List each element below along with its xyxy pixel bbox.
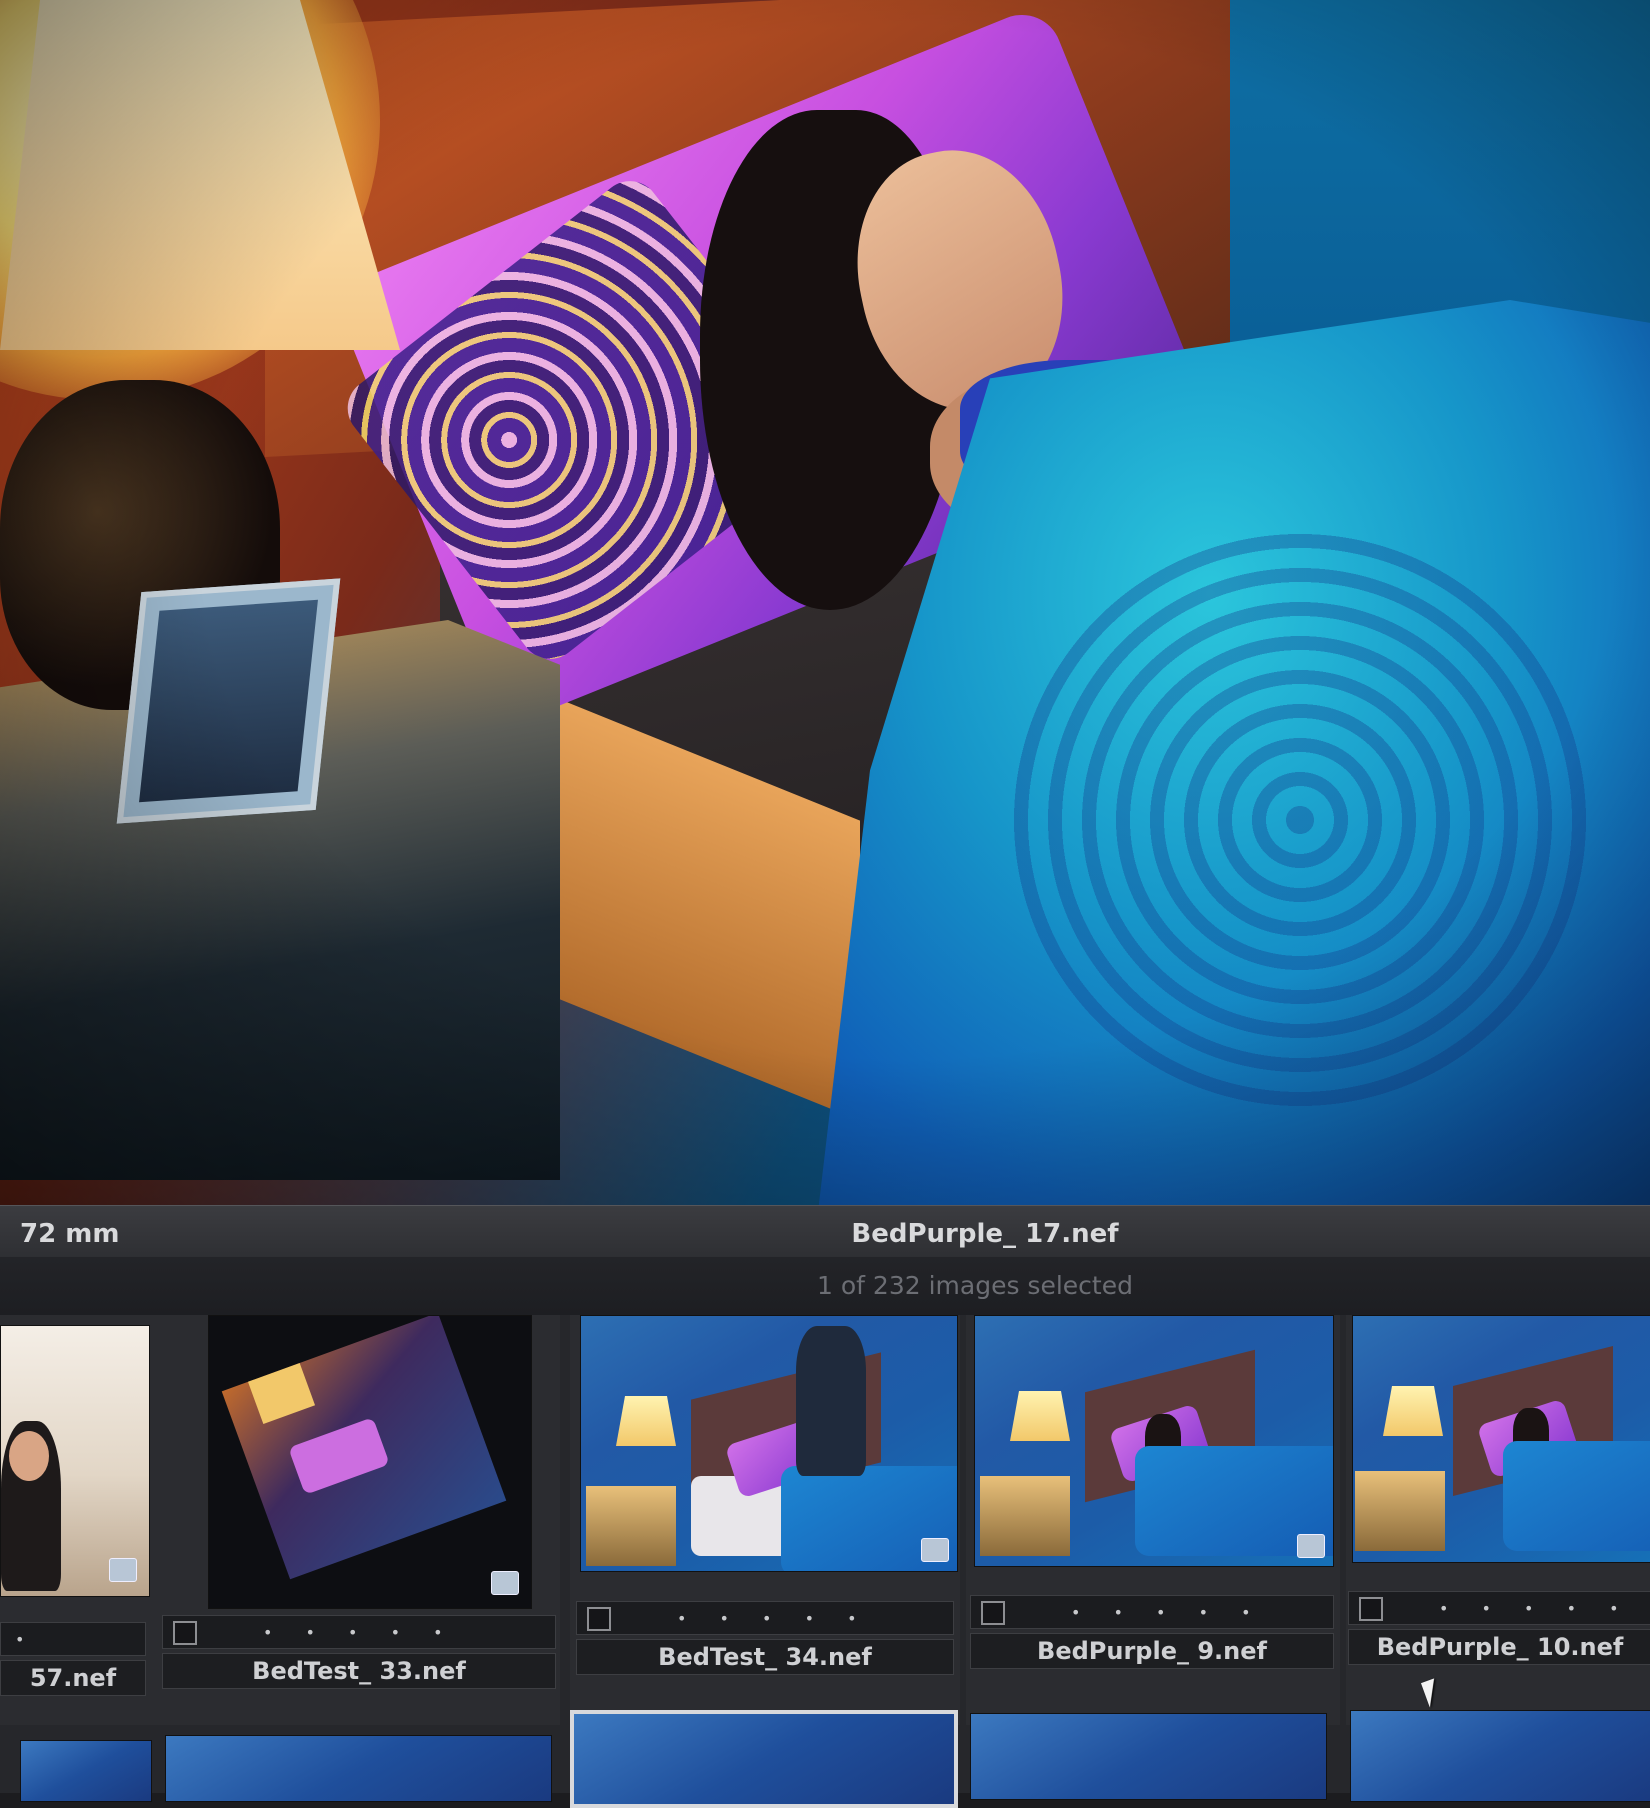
rating-dots[interactable]: • • • • • bbox=[677, 1609, 871, 1628]
metadata-badge-icon bbox=[109, 1558, 137, 1582]
filmstrip[interactable]: • 57.nef • • • • • BedTest_ 33.nef • • •… bbox=[0, 1315, 1650, 1808]
thumbnail-filename: BedPurple_ 9.nef bbox=[970, 1633, 1334, 1669]
thumbnail-meta-bar: • • • • • bbox=[576, 1601, 954, 1635]
thumbnail-cell[interactable]: • • • • • BedPurple_ 10.nef bbox=[1346, 1315, 1650, 1725]
thumbnail-meta-bar: • bbox=[0, 1622, 146, 1656]
thumbnail-image[interactable] bbox=[974, 1315, 1334, 1567]
rating-dots[interactable]: • • • • • bbox=[263, 1623, 457, 1642]
thumbnail-meta-bar: • • • • • bbox=[1348, 1591, 1650, 1625]
thumbnail-cell[interactable]: • • • • • BedTest_ 33.nef bbox=[160, 1315, 560, 1725]
current-filename: BedPurple_ 17.nef bbox=[851, 1219, 1119, 1249]
image-info-bar: 72 mm BedPurple_ 17.nef bbox=[0, 1205, 1650, 1258]
thumbnail-image[interactable] bbox=[1352, 1315, 1650, 1563]
rating-dots[interactable]: • • • • • bbox=[1439, 1599, 1633, 1618]
thumbnail-image[interactable] bbox=[970, 1713, 1327, 1800]
main-image-preview[interactable] bbox=[0, 0, 1650, 1205]
selected-thumbnail[interactable] bbox=[570, 1710, 958, 1808]
metadata-badge-icon bbox=[491, 1571, 519, 1595]
thumbnail-image[interactable] bbox=[1350, 1710, 1650, 1802]
select-checkbox[interactable] bbox=[173, 1621, 197, 1645]
select-checkbox[interactable] bbox=[981, 1601, 1005, 1625]
select-checkbox[interactable] bbox=[587, 1607, 611, 1631]
thumbnail-image[interactable] bbox=[165, 1735, 552, 1802]
thumbnail-image[interactable] bbox=[580, 1315, 958, 1572]
thumbnail-filename: 57.nef bbox=[0, 1660, 146, 1696]
thumbnail-meta-bar: • • • • • bbox=[970, 1595, 1334, 1629]
metadata-badge-icon bbox=[1297, 1534, 1325, 1558]
thumbnail-cell[interactable]: • • • • • BedTest_ 34.nef bbox=[570, 1315, 960, 1725]
rating-dots[interactable]: • • • • • bbox=[1071, 1603, 1265, 1622]
metadata-badge-icon bbox=[921, 1538, 949, 1562]
thumbnail-meta-bar: • • • • • bbox=[162, 1615, 556, 1649]
thumbnail-cell[interactable]: • • • • • BedPurple_ 9.nef bbox=[966, 1315, 1340, 1725]
thumbnail-image[interactable] bbox=[208, 1315, 532, 1609]
selection-count: 1 of 232 images selected bbox=[817, 1271, 1133, 1300]
thumbnail-filename: BedTest_ 33.nef bbox=[162, 1653, 556, 1689]
thumbnail-filename: BedPurple_ 10.nef bbox=[1348, 1629, 1650, 1665]
thumbnail-cell[interactable]: • 57.nef bbox=[0, 1315, 160, 1725]
thumbnail-image[interactable] bbox=[0, 1325, 150, 1597]
thumbnail-filename: BedTest_ 34.nef bbox=[576, 1639, 954, 1675]
selection-status-bar: 1 of 232 images selected bbox=[0, 1257, 1650, 1315]
rating-dots[interactable]: • bbox=[15, 1630, 38, 1649]
select-checkbox[interactable] bbox=[1359, 1597, 1383, 1621]
